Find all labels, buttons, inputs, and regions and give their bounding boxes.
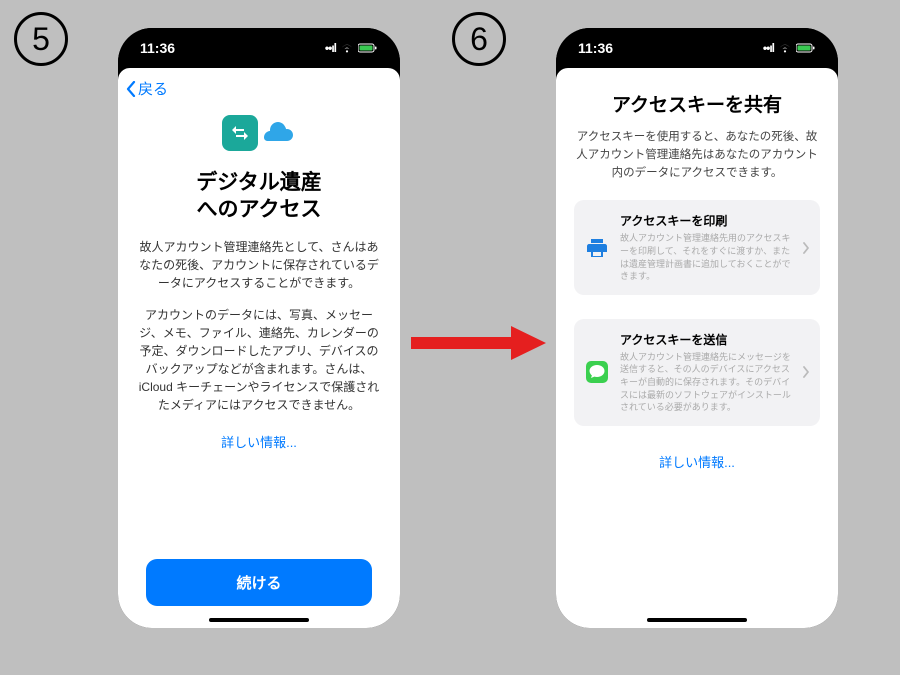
option-title: アクセスキーを送信 <box>620 331 792 348</box>
chevron-right-icon <box>802 242 810 254</box>
back-button[interactable]: 戻る <box>118 68 400 105</box>
status-indicators: ••ıl <box>763 41 816 55</box>
description-2: アカウントのデータには、写真、メッセージ、メモ、ファイル、連絡先、カレンダーの予… <box>136 306 382 414</box>
battery-icon <box>796 43 816 53</box>
status-bar: 11:36 ••ıl <box>118 28 400 68</box>
status-bar: 11:36 ••ıl <box>556 28 838 68</box>
phone-screenshot-2: 11:36 ••ıl アクセスキーを共有 アクセスキーを使用すると、あなたの死後… <box>556 28 838 628</box>
header-icons <box>222 115 296 151</box>
description: アクセスキーを使用すると、あなたの死後、故人アカウント管理連絡先はあなたのアカウ… <box>574 129 820 182</box>
continue-button[interactable]: 続ける <box>146 559 372 606</box>
status-time: 11:36 <box>140 40 175 56</box>
back-label: 戻る <box>138 78 168 99</box>
battery-icon <box>358 43 378 53</box>
wifi-icon <box>340 43 354 53</box>
description-1: 故人アカウント管理連絡先として、さんはあなたの死後、アカウントに保存されているデ… <box>136 238 382 292</box>
step-number-6: 6 <box>452 12 506 66</box>
option-send[interactable]: アクセスキーを送信 故人アカウント管理連絡先にメッセージを送信すると、その人のデ… <box>574 319 820 426</box>
option-print[interactable]: アクセスキーを印刷 故人アカウント管理連絡先用のアクセスキーを印刷して、それをす… <box>574 200 820 294</box>
home-indicator <box>209 618 309 622</box>
status-indicators: ••ıl <box>325 41 378 55</box>
step-number-5: 5 <box>14 12 68 66</box>
status-time: 11:36 <box>578 40 613 56</box>
chevron-left-icon <box>126 81 136 97</box>
signal-icon: ••ıl <box>325 41 336 55</box>
more-info-link[interactable]: 詳しい情報... <box>659 452 735 471</box>
printer-icon <box>584 235 610 261</box>
option-desc: 故人アカウント管理連絡先にメッセージを送信すると、その人のデバイスにアクセスキー… <box>620 351 792 414</box>
home-indicator <box>647 618 747 622</box>
messages-icon <box>584 359 610 385</box>
transfer-icon <box>222 115 258 151</box>
signal-icon: ••ıl <box>763 41 774 55</box>
page-title: デジタル遺産 へのアクセス <box>196 169 322 224</box>
more-info-link[interactable]: 詳しい情報... <box>221 432 297 451</box>
wifi-icon <box>778 43 792 53</box>
page-title: アクセスキーを共有 <box>612 90 782 117</box>
option-desc: 故人アカウント管理連絡先用のアクセスキーを印刷して、それをすぐに渡すか、または遺… <box>620 232 792 282</box>
phone-screenshot-1: 11:36 ••ıl 戻る デジタル遺産 へのアクセス <box>118 28 400 628</box>
option-title: アクセスキーを印刷 <box>620 212 792 229</box>
screen-content-1: 戻る デジタル遺産 へのアクセス 故人アカウント管理連絡先として、さんはあなたの… <box>118 68 400 628</box>
chevron-right-icon <box>802 366 810 378</box>
cloud-icon <box>260 115 296 151</box>
arrow-icon <box>411 326 546 360</box>
screen-content-2: アクセスキーを共有 アクセスキーを使用すると、あなたの死後、故人アカウント管理連… <box>556 68 838 628</box>
